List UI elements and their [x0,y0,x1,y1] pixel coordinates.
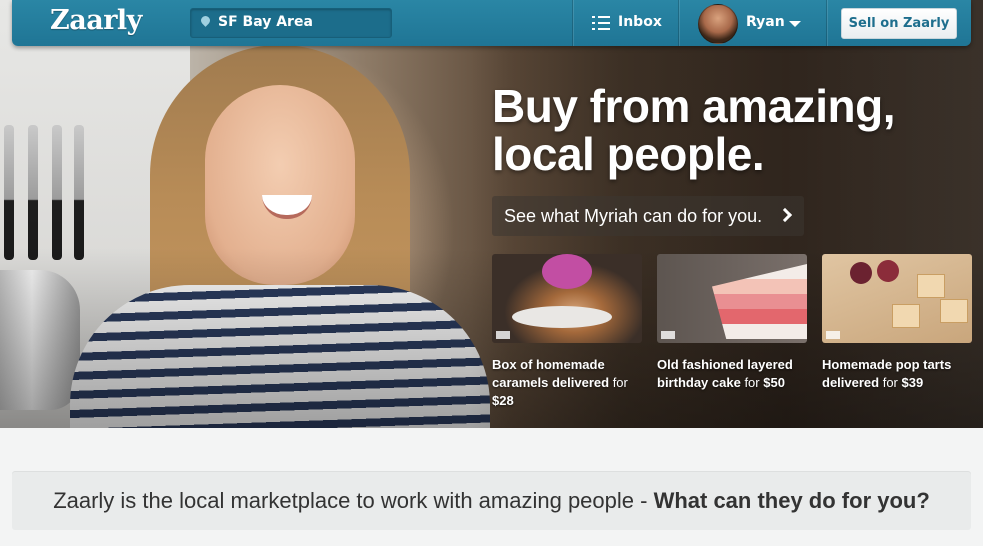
marketplace-tagline: Zaarly is the local marketplace to work … [12,471,971,530]
top-navigation-bar: Zaarly SF Bay Area Inbox Ryan Sell on Za… [12,0,971,46]
offer-caption[interactable]: Old fashioned layered birthday cake for … [657,356,807,392]
pastry-image [917,274,945,298]
offer-card[interactable]: Homemade pop tarts delivered for $39 [822,254,972,392]
thumbnail-badge [496,331,510,339]
knife-image [28,125,38,260]
tagline-question: What can they do for you? [653,488,930,513]
nav-divider [826,0,827,46]
headline-line-1: Buy from amazing, [492,80,896,132]
cake-image [712,264,807,339]
pastry-image [940,299,968,323]
map-pin-icon [199,14,212,27]
nav-divider [678,0,679,46]
cta-label: See what Myriah can do for you. [504,206,763,226]
thumbnail-badge [661,331,675,339]
offer-for-text: for [609,375,628,390]
offer-card[interactable]: Box of homemade caramels delivered for $… [492,254,642,410]
chevron-down-icon[interactable] [789,21,801,27]
offer-title: Box of homemade caramels delivered [492,357,610,390]
plate-image [512,306,612,328]
offer-for-text: for [740,375,764,390]
knife-image [4,125,14,260]
hero-headline: Buy from amazing, local people. [492,82,962,178]
knife-image [52,125,62,260]
thumbnail-badge [826,331,840,339]
headline-line-2: local people. [492,128,765,180]
offer-caption[interactable]: Box of homemade caramels delivered for $… [492,356,642,410]
zaarly-logo[interactable]: Zaarly [50,5,142,36]
offer-thumbnail-caramels[interactable] [492,254,642,343]
offer-thumbnail-pop-tarts[interactable] [822,254,972,343]
offer-for-text: for [879,375,902,390]
offer-price: $50 [763,375,785,390]
location-text: SF Bay Area [218,14,313,30]
knife-image [74,125,84,260]
pastry-image [892,304,920,328]
tagline-text: Zaarly is the local marketplace to work … [53,488,654,513]
location-selector[interactable]: SF Bay Area [190,8,392,38]
flower-image [542,254,592,289]
jam-jar-image [850,262,872,284]
see-what-myriah-can-do-link[interactable]: See what Myriah can do for you. [492,196,805,236]
user-avatar[interactable] [698,4,738,44]
list-icon [592,16,610,30]
user-menu-name[interactable]: Ryan [746,14,785,30]
offer-price: $28 [492,393,514,408]
jam-jar-image [877,260,899,282]
offer-card[interactable]: Old fashioned layered birthday cake for … [657,254,807,392]
offer-caption[interactable]: Homemade pop tarts delivered for $39 [822,356,972,392]
chevron-right-icon [778,207,793,223]
inbox-label: Inbox [618,14,662,30]
offer-thumbnail-cake[interactable] [657,254,807,343]
sell-on-zaarly-button[interactable]: Sell on Zaarly [841,8,957,39]
offer-price: $39 [901,375,924,390]
nav-divider [572,0,573,46]
